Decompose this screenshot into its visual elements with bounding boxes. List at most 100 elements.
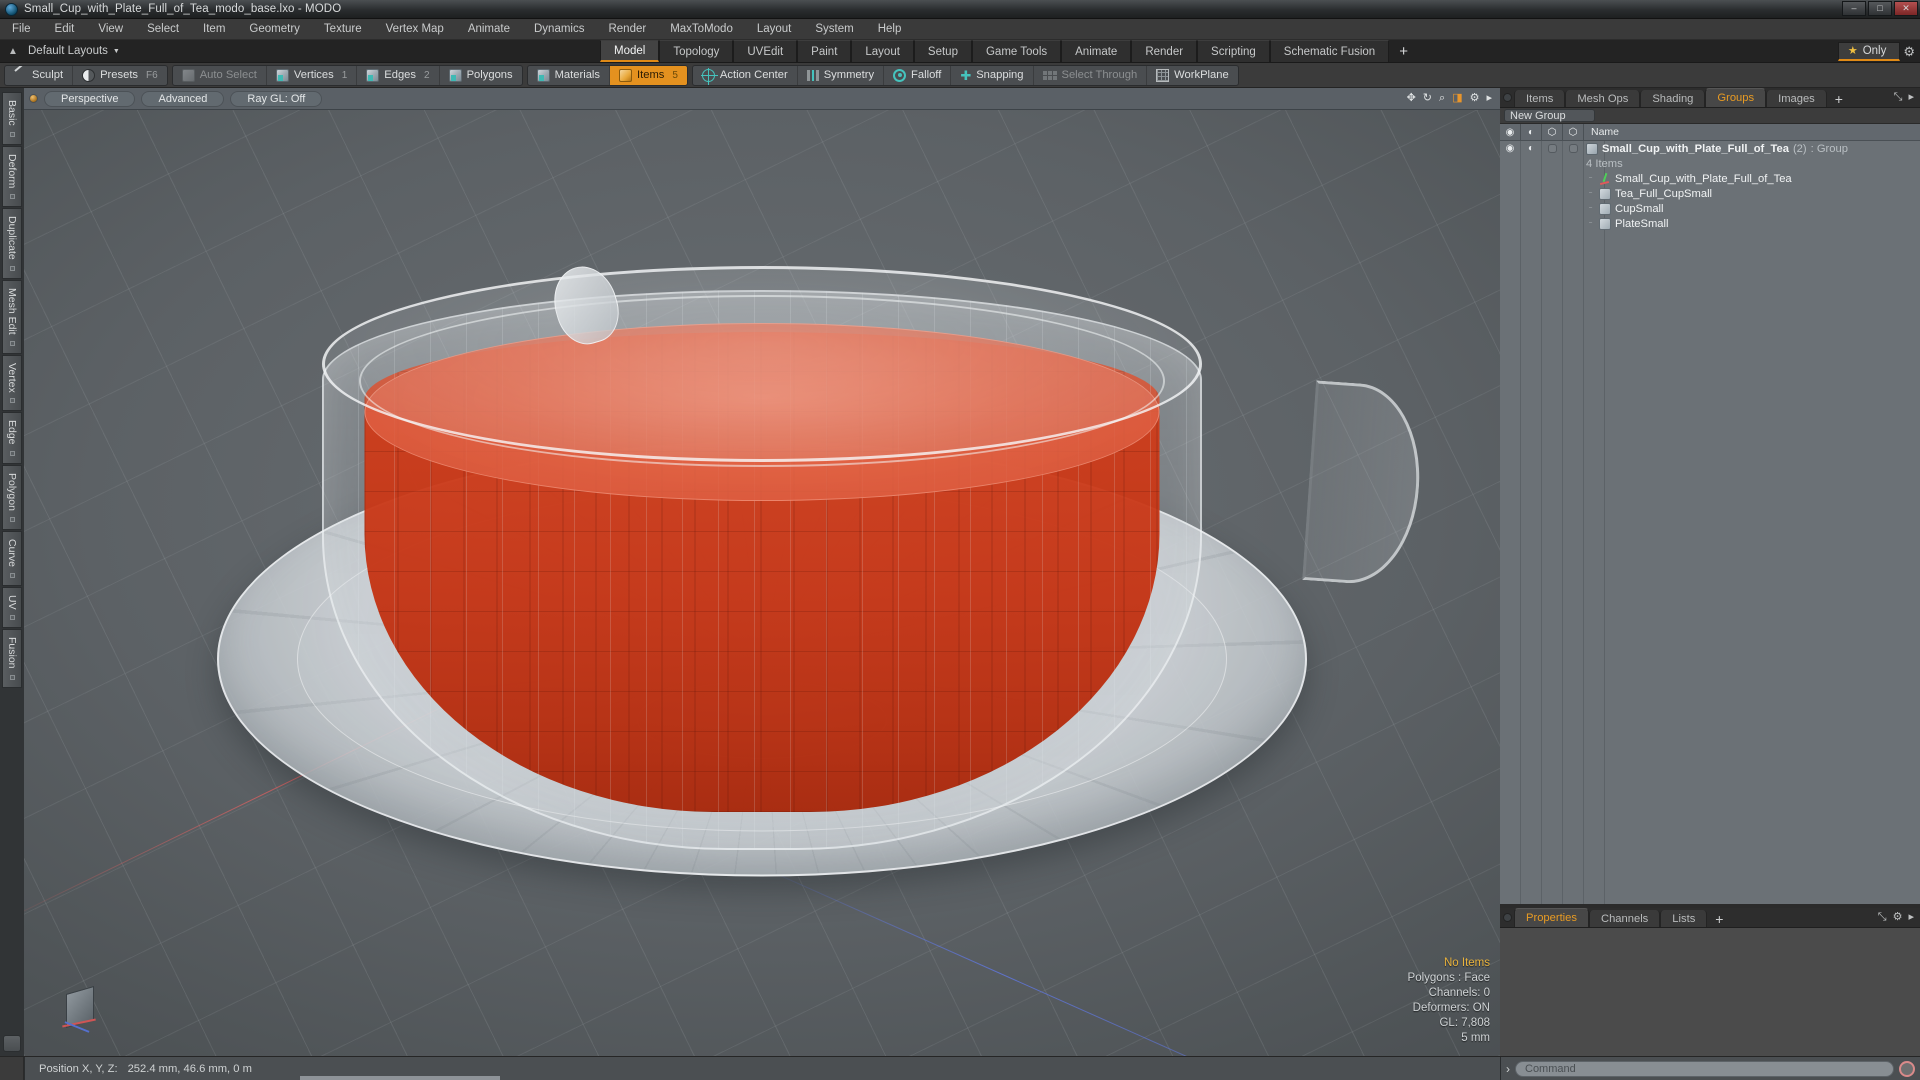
toolbar-button-presets[interactable]: Presets F6: [73, 66, 167, 85]
toolbar-button-snapping[interactable]: ✚ Snapping: [951, 65, 1034, 85]
render-visibility-cell[interactable]: [1521, 171, 1542, 186]
add-properties-tab-button[interactable]: +: [1707, 910, 1731, 927]
expand-arrow-icon[interactable]: ▸: [1908, 92, 1914, 103]
tree-row[interactable]: ╶ PlateSmall: [1500, 216, 1920, 231]
toggle-checkbox[interactable]: [1547, 144, 1557, 153]
tool-tab-vertex[interactable]: Vertex: [2, 354, 22, 412]
visibility-column-header[interactable]: ◉: [1500, 124, 1521, 140]
wireframe-column-header[interactable]: ⬡: [1542, 124, 1563, 140]
menu-item-help[interactable]: Help: [866, 21, 914, 38]
expand-arrow-icon[interactable]: ▸: [1908, 912, 1914, 923]
visibility-cell[interactable]: [1500, 186, 1521, 201]
tree-row[interactable]: ╶ Tea_Full_CupSmall: [1500, 186, 1920, 201]
menu-item-select[interactable]: Select: [135, 21, 191, 38]
render-visibility-cell[interactable]: [1521, 156, 1542, 171]
gear-icon[interactable]: ⚙: [1893, 912, 1903, 923]
wireframe-cell[interactable]: [1542, 156, 1563, 171]
panel-tab-shading[interactable]: Shading: [1640, 90, 1706, 107]
wireframe-cell[interactable]: [1542, 186, 1563, 201]
add-layout-tab-button[interactable]: +: [1389, 40, 1418, 62]
toolbar-button-auto-select[interactable]: Auto Select: [173, 65, 267, 85]
toolbar-button-workplane[interactable]: WorkPlane: [1147, 66, 1238, 85]
layout-tab-paint[interactable]: Paint: [797, 40, 852, 62]
toolbar-button-edges[interactable]: Edges 2: [357, 65, 440, 85]
menu-item-maxtomodo[interactable]: MaxToModo: [658, 21, 745, 38]
viewport-shading-button[interactable]: Advanced: [141, 90, 225, 107]
tool-tab-fusion[interactable]: Fusion: [2, 629, 22, 688]
move-tool-icon[interactable]: ✥: [1407, 93, 1416, 104]
panel-tab-groups[interactable]: Groups: [1705, 88, 1767, 107]
toolbar-button-materials[interactable]: Materials: [528, 65, 610, 85]
tool-tab-curve[interactable]: Curve: [2, 530, 22, 586]
toolbar-button-polygons[interactable]: Polygons: [440, 66, 522, 85]
popout-icon[interactable]: ⤡: [1894, 92, 1903, 103]
render-visibility-column-header[interactable]: ◐: [1521, 124, 1542, 140]
viewport-view-button[interactable]: Perspective: [44, 90, 136, 107]
menu-item-texture[interactable]: Texture: [312, 21, 374, 38]
shaded-cell[interactable]: [1563, 156, 1584, 171]
tool-tab-uv[interactable]: UV: [2, 586, 22, 629]
toggle-checkbox[interactable]: [1568, 144, 1578, 153]
menu-item-dynamics[interactable]: Dynamics: [522, 21, 596, 38]
shaded-cell[interactable]: [1563, 216, 1584, 231]
shaded-cell[interactable]: [1563, 141, 1584, 156]
panel-dot-icon[interactable]: [1500, 88, 1514, 107]
layout-tab-game-tools[interactable]: Game Tools: [971, 40, 1062, 62]
toolbar-button-vertices[interactable]: Vertices 1: [267, 65, 358, 85]
shaded-column-header[interactable]: ⬡: [1563, 124, 1584, 140]
wireframe-cell[interactable]: [1542, 141, 1563, 156]
visibility-cell[interactable]: ◉: [1500, 141, 1521, 156]
layout-tab-topology[interactable]: Topology: [659, 40, 734, 62]
menu-item-system[interactable]: System: [803, 21, 865, 38]
viewport-raygl-button[interactable]: Ray GL: Off: [230, 90, 323, 107]
tool-tab-deform[interactable]: Deform: [2, 145, 22, 208]
maximize-button[interactable]: □: [1868, 1, 1892, 16]
tool-tab-basic[interactable]: Basic: [2, 92, 22, 145]
tool-tab-extra-button[interactable]: [3, 1035, 21, 1052]
rotate-tool-icon[interactable]: ↻: [1423, 93, 1432, 104]
menu-item-animate[interactable]: Animate: [456, 21, 522, 38]
gear-icon[interactable]: ⚙: [1470, 93, 1480, 104]
tool-tab-edge[interactable]: Edge: [2, 412, 22, 464]
menu-item-vertex-map[interactable]: Vertex Map: [374, 21, 456, 38]
tool-tab-duplicate[interactable]: Duplicate: [2, 208, 22, 279]
minimize-button[interactable]: –: [1842, 1, 1866, 16]
menu-item-render[interactable]: Render: [596, 21, 658, 38]
menu-item-item[interactable]: Item: [191, 21, 237, 38]
tree-row[interactable]: ◉ ◐ Small_Cup_with_Plate_Full_of_Tea (2): G…: [1500, 141, 1920, 156]
layout-tab-scripting[interactable]: Scripting: [1197, 40, 1270, 62]
visibility-cell[interactable]: [1500, 156, 1521, 171]
wireframe-cell[interactable]: [1542, 216, 1563, 231]
menu-item-view[interactable]: View: [86, 21, 135, 38]
only-toggle-button[interactable]: ★ Only: [1837, 41, 1901, 61]
tree-row[interactable]: 4 Items: [1500, 156, 1920, 171]
popout-icon[interactable]: ⤡: [1878, 912, 1887, 923]
wireframe-cell[interactable]: [1542, 171, 1563, 186]
tree-row[interactable]: ╶ Small_Cup_with_Plate_Full_of_Tea: [1500, 171, 1920, 186]
panel-tab-lists[interactable]: Lists: [1660, 910, 1708, 927]
layout-tab-uvedit[interactable]: UVEdit: [733, 40, 798, 62]
panel-tab-mesh-ops[interactable]: Mesh Ops: [1565, 90, 1641, 107]
render-visibility-cell[interactable]: [1521, 216, 1542, 231]
zoom-tool-icon[interactable]: ⌕: [1439, 93, 1445, 104]
toolbar-button-sculpt[interactable]: Sculpt: [5, 65, 74, 85]
menu-item-geometry[interactable]: Geometry: [237, 21, 312, 38]
render-visibility-cell[interactable]: [1521, 201, 1542, 216]
tree-row[interactable]: ╶ CupSmall: [1500, 201, 1920, 216]
panel-tab-properties[interactable]: Properties: [1514, 908, 1589, 927]
tool-tab-polygon[interactable]: Polygon: [2, 464, 22, 530]
record-circle-icon[interactable]: [1899, 1060, 1915, 1077]
toolbar-button-symmetry[interactable]: Symmetry: [798, 65, 885, 85]
close-button[interactable]: ✕: [1894, 1, 1918, 16]
shading-icon[interactable]: ◨: [1452, 93, 1462, 104]
layout-tab-setup[interactable]: Setup: [913, 40, 972, 62]
panel-tab-channels[interactable]: Channels: [1589, 910, 1661, 927]
visibility-cell[interactable]: [1500, 171, 1521, 186]
gear-icon[interactable]: ⚙: [1903, 45, 1915, 58]
layout-tab-animate[interactable]: Animate: [1061, 40, 1132, 62]
viewport-dot-icon[interactable]: [29, 94, 38, 103]
arrow-up-icon[interactable]: ▲: [5, 43, 21, 59]
menu-item-layout[interactable]: Layout: [745, 21, 804, 38]
visibility-cell[interactable]: [1500, 201, 1521, 216]
horizontal-scrollbar[interactable]: [300, 1076, 500, 1080]
